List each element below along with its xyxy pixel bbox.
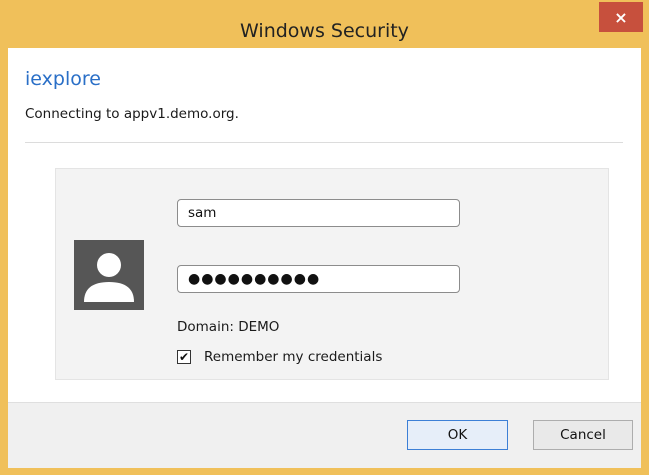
credential-tile: Domain: DEMO ✔ Remember my credentials [55,168,609,380]
remember-label[interactable]: Remember my credentials [204,349,382,365]
close-button[interactable]: × [599,2,643,32]
connection-message: Connecting to appv1.demo.org. [25,106,239,122]
close-icon: × [614,7,628,27]
remember-checkbox[interactable]: ✔ [177,350,191,364]
checkmark-icon: ✔ [178,350,190,364]
cancel-button[interactable]: Cancel [533,420,633,450]
domain-label: Domain: DEMO [177,319,280,335]
window-title: Windows Security [240,20,409,42]
ok-button[interactable]: OK [407,420,508,450]
remember-credentials-option[interactable]: ✔ Remember my credentials [177,348,382,366]
button-bar: OK Cancel [8,402,641,468]
windows-security-dialog: Windows Security × iexplore Connecting t… [0,0,649,475]
dialog-body: iexplore Connecting to appv1.demo.org. D… [8,48,641,468]
app-name: iexplore [25,68,101,90]
user-avatar-icon [74,240,144,310]
username-input[interactable] [177,199,460,227]
divider [25,142,623,143]
password-input[interactable] [177,265,460,293]
